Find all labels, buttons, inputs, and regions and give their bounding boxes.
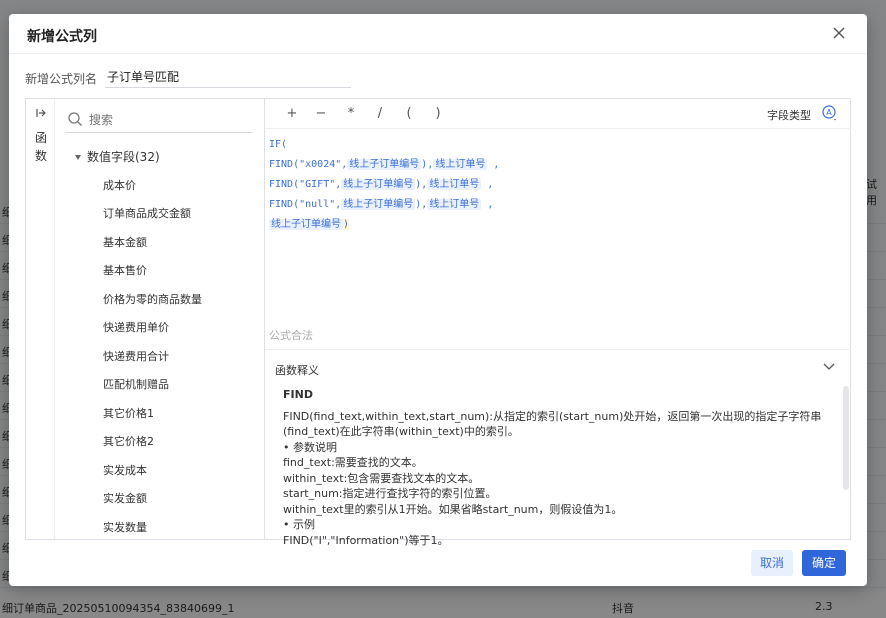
- field-item[interactable]: 快递费用合计: [103, 348, 169, 364]
- tab-functions[interactable]: 函数: [34, 129, 48, 165]
- field-type-icon[interactable]: A: [822, 105, 838, 121]
- search-input[interactable]: [89, 110, 249, 130]
- cancel-button[interactable]: 取消: [751, 550, 793, 576]
- field-item[interactable]: 实发成本: [103, 462, 147, 478]
- code-token: ): [343, 219, 350, 230]
- field-item[interactable]: 其它价格2: [103, 433, 154, 449]
- description-scrollbar[interactable]: [843, 386, 849, 490]
- code-token: FIND(: [269, 199, 300, 210]
- caret-down-icon: [75, 155, 81, 160]
- code-token: FIND(: [269, 159, 300, 170]
- multiply-operator[interactable]: *: [344, 106, 358, 121]
- description-line: start_num:指定进行查找字符的索引位置。: [283, 487, 497, 500]
- description-line: (find_text)在此字符串(within_text)中的索引。: [283, 425, 519, 438]
- description-line: FIND("I","Information")等于1。: [283, 533, 449, 547]
- code-token: FIND(: [269, 179, 300, 190]
- field-chip[interactable]: 线上订单号: [433, 159, 488, 170]
- svg-text:A: A: [826, 108, 832, 117]
- field-item[interactable]: 基本售价: [103, 262, 147, 278]
- expand-arrow-icon[interactable]: [36, 108, 46, 118]
- field-panel: 数值字段(32) 成本价 订单商品成交金额 基本金额 基本售价 价格为零的商品数…: [55, 99, 265, 539]
- numeric-fields-group[interactable]: 数值字段(32): [75, 148, 160, 164]
- description-line: • 参数说明: [283, 440, 337, 454]
- field-item[interactable]: 匹配机制赠品: [103, 376, 169, 392]
- description-line: within_text里的索引从1开始。如果省略start_num，则假设值为1…: [283, 502, 623, 516]
- field-item[interactable]: 价格为零的商品数量: [103, 291, 202, 307]
- minus-operator[interactable]: −: [314, 106, 328, 121]
- code-token: "null": [299, 199, 336, 210]
- field-item[interactable]: 实发数量: [103, 519, 147, 535]
- field-item[interactable]: 订单商品成交金额: [103, 205, 191, 221]
- divide-operator[interactable]: /: [373, 106, 387, 121]
- field-chip[interactable]: 线上子订单编号: [347, 159, 422, 170]
- column-name-label: 新增公式列名: [25, 72, 98, 86]
- formula-dialog: 新增公式列 新增公式列名 函数 数值字段(32): [9, 14, 867, 586]
- field-type-label[interactable]: 字段类型: [767, 107, 811, 123]
- field-item[interactable]: 成本价: [103, 177, 136, 193]
- description-line: • 示例: [283, 518, 315, 531]
- field-chip[interactable]: 线上订单号: [427, 179, 482, 190]
- ok-button[interactable]: 确定: [802, 550, 846, 576]
- description-title: 函数释义: [275, 364, 319, 377]
- function-name: FIND: [283, 388, 313, 401]
- chevron-down-icon[interactable]: [823, 360, 835, 372]
- field-item[interactable]: 基本金额: [103, 234, 147, 250]
- search-icon: [68, 112, 82, 126]
- formula-code[interactable]: IF( FIND("x0024", 线上子订单编号), 线上订单号 , FIND("…: [269, 135, 845, 235]
- field-chip[interactable]: 线上订单号: [427, 199, 482, 210]
- field-item[interactable]: 其它价格1: [103, 405, 154, 421]
- operator-toolbar: + − * / ( ) 字段类型 A: [265, 99, 851, 129]
- field-chip[interactable]: 线上子订单编号: [269, 219, 343, 230]
- dialog-header: 新增公式列: [9, 14, 867, 54]
- dialog-title: 新增公式列: [27, 29, 97, 45]
- description-body: FIND FIND(find_text,within_text,start_nu…: [283, 387, 823, 548]
- description-line: FIND(find_text,within_text,start_num):从指…: [283, 409, 822, 423]
- close-icon[interactable]: [831, 25, 847, 41]
- function-rail: 函数: [26, 99, 55, 539]
- field-search: [65, 107, 253, 133]
- field-item[interactable]: 快递费用单价: [103, 319, 169, 335]
- description-line: find_text:需要查找的文本。: [283, 456, 423, 469]
- field-chip[interactable]: 线上子订单编号: [341, 179, 416, 190]
- close-paren-operator[interactable]: ): [431, 106, 445, 121]
- field-chip[interactable]: 线上子订单编号: [341, 199, 416, 210]
- field-item[interactable]: 实发金额: [103, 490, 147, 506]
- formula-valid-text: 公式合法: [269, 329, 313, 342]
- code-token: "x0024": [299, 159, 342, 170]
- description-header[interactable]: 函数释义: [265, 349, 851, 383]
- group-label: 数值字段(32): [87, 150, 160, 164]
- column-name-input[interactable]: [105, 66, 351, 88]
- code-token: IF(: [269, 139, 288, 150]
- formula-editor: + − * / ( ) 字段类型 A IF( FIND("x0024", 线上子订…: [265, 99, 851, 547]
- plus-operator[interactable]: +: [285, 106, 299, 121]
- open-paren-operator[interactable]: (: [402, 106, 416, 121]
- code-token: "GIFT": [299, 179, 336, 190]
- description-line: within_text:包含需要查找文本的文本。: [283, 471, 480, 485]
- formula-workspace: 函数 数值字段(32) 成本价 订单商品成交金额 基本金额 基本售价 价格为零的…: [25, 98, 851, 547]
